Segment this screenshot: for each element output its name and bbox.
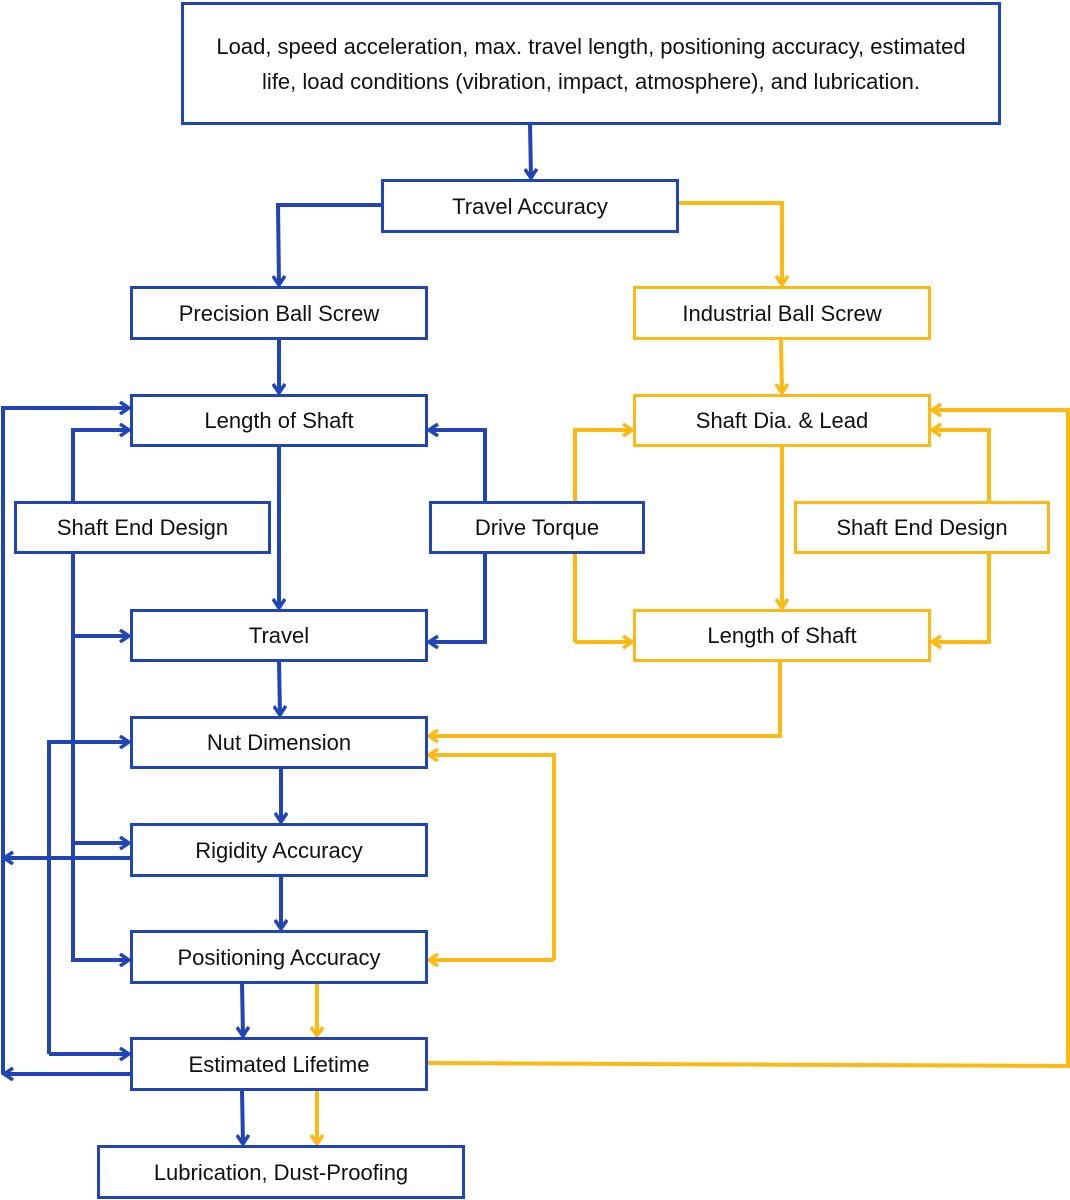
arrow-to-precision [278, 203, 382, 285]
shaft-end-design-left-box: Shaft End Design [14, 501, 271, 554]
arrow-lifetime-to-lubrication [242, 1089, 243, 1144]
requirements-box: Load, speed acceleration, max. travel le… [181, 2, 1001, 125]
length-of-shaft-left-box: Length of Shaft [130, 394, 428, 447]
arrow-travel-to-nut [279, 660, 280, 715]
length-of-shaft-right-box: Length of Shaft [633, 609, 931, 662]
arrow-shaftend-to-length [71, 430, 129, 502]
travel-box: Travel [130, 609, 428, 662]
shaft-end-design-right-box: Shaft End Design [794, 501, 1050, 554]
arrow-torque-to-travel [429, 553, 487, 642]
ball-screw-selection-flowchart: Load, speed acceleration, max. travel le… [0, 0, 1070, 1200]
positioning-accuracy-box: Positioning Accuracy [130, 930, 428, 984]
arrow-length-right-to-nut [429, 661, 782, 736]
shaft-dia-lead-box: Shaft Dia. & Lead [633, 394, 931, 447]
arrow-to-industrial [678, 201, 782, 285]
lubrication-box: Lubrication, Dust-Proofing [97, 1145, 465, 1199]
drive-torque-box: Drive Torque [429, 501, 645, 554]
arrow-shaftend-right-to-length [932, 553, 991, 642]
precision-ball-screw-box: Precision Ball Screw [130, 286, 428, 340]
nut-dimension-box: Nut Dimension [130, 716, 428, 769]
arrow-req-to-travel-accuracy [530, 123, 531, 178]
rigidity-accuracy-box: Rigidity Accuracy [130, 823, 428, 877]
arrow-positioning-to-lifetime [242, 982, 243, 1036]
line-shaftend-down [71, 553, 129, 960]
industrial-ball-screw-box: Industrial Ball Screw [633, 286, 931, 340]
estimated-lifetime-box: Estimated Lifetime [130, 1037, 428, 1091]
arrow-shaftend-right-to-dia [932, 430, 991, 502]
arrow-loop-to-nut-yellow [429, 755, 556, 960]
arrow-industrial-to-dia [781, 338, 782, 393]
arrow-torque-to-length [429, 430, 487, 502]
travel-accuracy-box: Travel Accuracy [381, 179, 679, 233]
arrow-loop-to-nut [47, 742, 129, 1054]
